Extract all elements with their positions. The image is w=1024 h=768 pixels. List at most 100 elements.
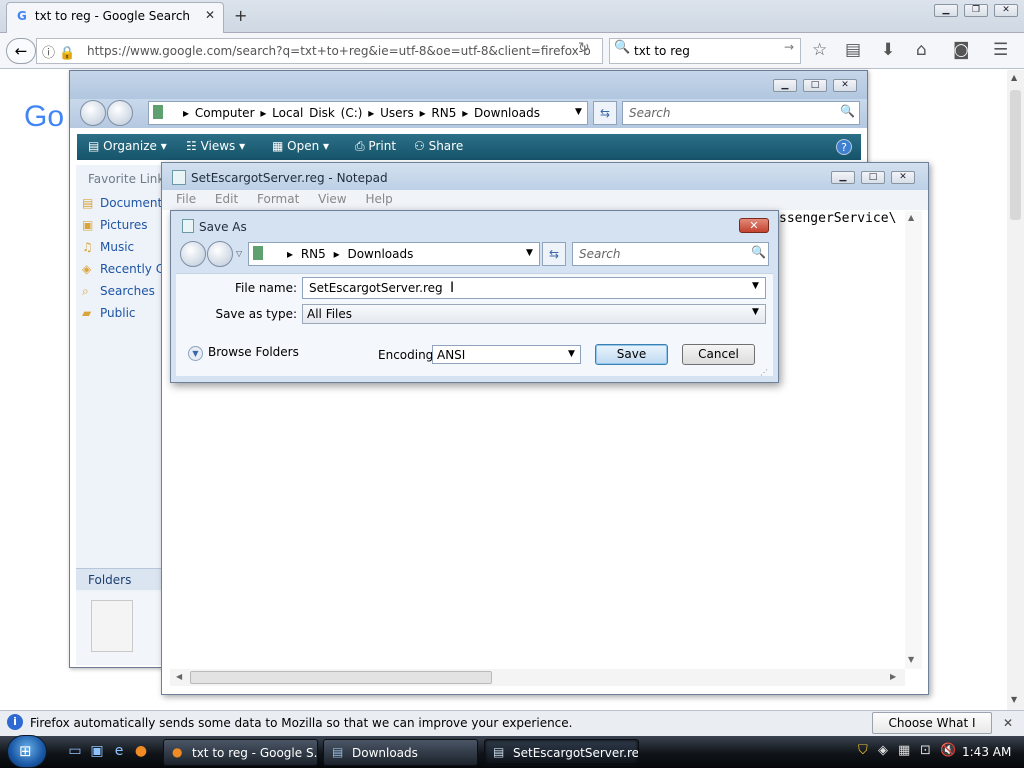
- address-dropdown-icon[interactable]: ▼: [575, 107, 582, 117]
- help-icon[interactable]: ?: [836, 139, 852, 155]
- share-button[interactable]: ⚇ Share: [414, 139, 463, 153]
- bookmarks-list-icon[interactable]: ▤: [845, 40, 861, 60]
- notepad-text-content[interactable]: ssengerService\: [779, 211, 896, 226]
- page-scrollbar-thumb[interactable]: [1010, 90, 1021, 220]
- file-name-input[interactable]: SetEscargotServer.reg: [302, 277, 766, 299]
- tray-icon[interactable]: ▦: [898, 743, 910, 758]
- save-as-type-select[interactable]: All Files: [302, 304, 766, 324]
- breadcrumb-computer[interactable]: Computer: [195, 106, 255, 120]
- taskbar-clock[interactable]: 1:43 AM: [962, 745, 1011, 759]
- scroll-right-arrow-icon[interactable]: ▶: [890, 672, 896, 681]
- scroll-up-arrow-icon[interactable]: ▲: [908, 213, 914, 222]
- restore-browser-button[interactable]: ❐: [964, 4, 988, 17]
- breadcrumb-downloads[interactable]: Downloads: [347, 247, 413, 261]
- explorer-forward-icon[interactable]: [107, 100, 133, 126]
- save-as-refresh-icon[interactable]: ⇆: [542, 242, 566, 266]
- switch-windows-icon[interactable]: ▣: [88, 743, 106, 761]
- explorer-search-input[interactable]: Search: [622, 101, 860, 125]
- encoding-select[interactable]: ANSI: [432, 345, 581, 364]
- notepad-maximize-button[interactable]: □: [861, 171, 885, 184]
- scroll-down-arrow-icon[interactable]: ▼: [1011, 695, 1017, 704]
- show-desktop-icon[interactable]: ▭: [66, 743, 84, 761]
- breadcrumb-users[interactable]: Users: [380, 106, 414, 120]
- open-button[interactable]: ▦ Open ▾: [272, 139, 329, 153]
- network-icon[interactable]: ⊡: [920, 743, 931, 758]
- scroll-down-arrow-icon[interactable]: ▼: [908, 655, 914, 664]
- file-name-dropdown-icon[interactable]: ▼: [752, 281, 759, 291]
- folders-toggle[interactable]: Folders: [76, 568, 166, 590]
- back-arrow-icon[interactable]: ←: [6, 38, 36, 64]
- save-as-close-button[interactable]: ✕: [739, 218, 769, 233]
- address-dropdown-icon[interactable]: ▼: [526, 248, 533, 258]
- close-notification-icon[interactable]: ✕: [1003, 716, 1013, 730]
- favorite-link-documents[interactable]: ▤ Documents: [82, 196, 168, 216]
- volume-muted-icon[interactable]: 🔇: [940, 743, 956, 758]
- favorite-link-music[interactable]: ♫ Music: [82, 240, 134, 260]
- notepad-vertical-scrollbar[interactable]: [905, 211, 922, 669]
- organize-button[interactable]: ▤ Organize ▾: [88, 139, 167, 153]
- explorer-minimize-button[interactable]: ▁: [773, 79, 797, 92]
- notepad-horizontal-scrollbar-thumb[interactable]: [190, 671, 492, 684]
- recent-pages-dropdown-icon[interactable]: ▽: [236, 249, 242, 258]
- menu-hamburger-icon[interactable]: ☰: [993, 40, 1008, 60]
- views-button[interactable]: ☷ Views ▾: [186, 139, 245, 153]
- browser-tab[interactable]: Gtxt to reg - Google Search ✕: [6, 2, 224, 33]
- explorer-refresh-icon[interactable]: ⇆: [593, 101, 617, 125]
- tray-icon[interactable]: ◈: [878, 743, 888, 758]
- cancel-button[interactable]: Cancel: [682, 344, 755, 365]
- taskbar-item-firefox[interactable]: ● txt to reg - Google S...: [163, 739, 318, 766]
- resize-grip-icon[interactable]: ⋰: [760, 368, 768, 377]
- menu-format[interactable]: Format: [257, 192, 299, 206]
- explorer-breadcrumb[interactable]: ▸ Computer ▸ Local Disk (C:) ▸ Users ▸ R…: [148, 101, 588, 125]
- new-tab-icon[interactable]: +: [234, 6, 247, 25]
- security-shield-icon[interactable]: ⛉: [858, 743, 868, 758]
- bookmark-star-icon[interactable]: ☆: [812, 40, 827, 60]
- breadcrumb-downloads[interactable]: Downloads: [474, 106, 540, 120]
- scroll-left-arrow-icon[interactable]: ◀: [176, 672, 182, 681]
- reload-icon[interactable]: ↻: [578, 40, 590, 56]
- taskbar-item-downloads[interactable]: ▤ Downloads: [323, 739, 478, 766]
- downloads-arrow-icon[interactable]: ⬇: [881, 40, 895, 60]
- firefox-icon[interactable]: ●: [132, 743, 150, 761]
- save-as-back-icon[interactable]: [180, 241, 206, 267]
- save-as-breadcrumb[interactable]: ▸ RN5 ▸ Downloads: [248, 242, 540, 266]
- search-icon[interactable]: 🔍: [840, 104, 855, 118]
- menu-view[interactable]: View: [318, 192, 346, 206]
- breadcrumb-rn5[interactable]: RN5: [431, 106, 456, 120]
- minimize-browser-button[interactable]: ▁: [934, 4, 958, 17]
- internet-explorer-icon[interactable]: e: [110, 743, 128, 761]
- search-input[interactable]: txt to reg: [609, 38, 801, 64]
- explorer-close-button[interactable]: ✕: [833, 79, 857, 92]
- favorite-link-pictures[interactable]: ▣ Pictures: [82, 218, 148, 238]
- explorer-back-icon[interactable]: [80, 100, 106, 126]
- notepad-close-button[interactable]: ✕: [891, 171, 915, 184]
- save-as-forward-icon[interactable]: [207, 241, 233, 267]
- pocket-icon[interactable]: ◙: [953, 40, 970, 60]
- close-tab-icon[interactable]: ✕: [205, 8, 215, 22]
- start-button[interactable]: ⊞: [7, 735, 47, 768]
- search-icon[interactable]: 🔍: [751, 245, 766, 259]
- url-bar[interactable]: https://www.google.com/search?q=txt+to+r…: [36, 38, 603, 64]
- favorite-link-public[interactable]: ▰ Public: [82, 306, 136, 326]
- save-as-search-input[interactable]: Search: [572, 242, 769, 266]
- menu-help[interactable]: Help: [365, 192, 392, 206]
- info-lock-icon[interactable]: ⓘ 🔒: [42, 42, 75, 61]
- print-button[interactable]: ⎙ Print: [355, 139, 396, 154]
- explorer-maximize-button[interactable]: □: [803, 79, 827, 92]
- menu-edit[interactable]: Edit: [215, 192, 238, 206]
- breadcrumb-rn5[interactable]: RN5: [301, 247, 326, 261]
- encoding-dropdown-icon[interactable]: ▼: [568, 349, 575, 359]
- notepad-minimize-button[interactable]: ▁: [831, 171, 855, 184]
- save-as-type-dropdown-icon[interactable]: ▼: [752, 307, 759, 317]
- favorite-link-searches[interactable]: ⌕ Searches: [82, 284, 155, 304]
- close-browser-button[interactable]: ✕: [994, 4, 1018, 17]
- choose-what-i-share-button[interactable]: Choose What I Share: [872, 712, 992, 750]
- search-go-arrow-icon[interactable]: →: [784, 40, 794, 54]
- scroll-up-arrow-icon[interactable]: ▲: [1011, 73, 1017, 82]
- browse-folders-toggle[interactable]: ▼ Browse Folders: [188, 345, 299, 361]
- home-icon[interactable]: ⌂: [916, 40, 927, 60]
- taskbar-item-notepad[interactable]: ▤ SetEscargotServer.re...: [484, 739, 639, 766]
- menu-file[interactable]: File: [176, 192, 196, 206]
- breadcrumb-local-disk[interactable]: Local Disk (C:): [272, 106, 362, 120]
- save-button[interactable]: Save: [595, 344, 668, 365]
